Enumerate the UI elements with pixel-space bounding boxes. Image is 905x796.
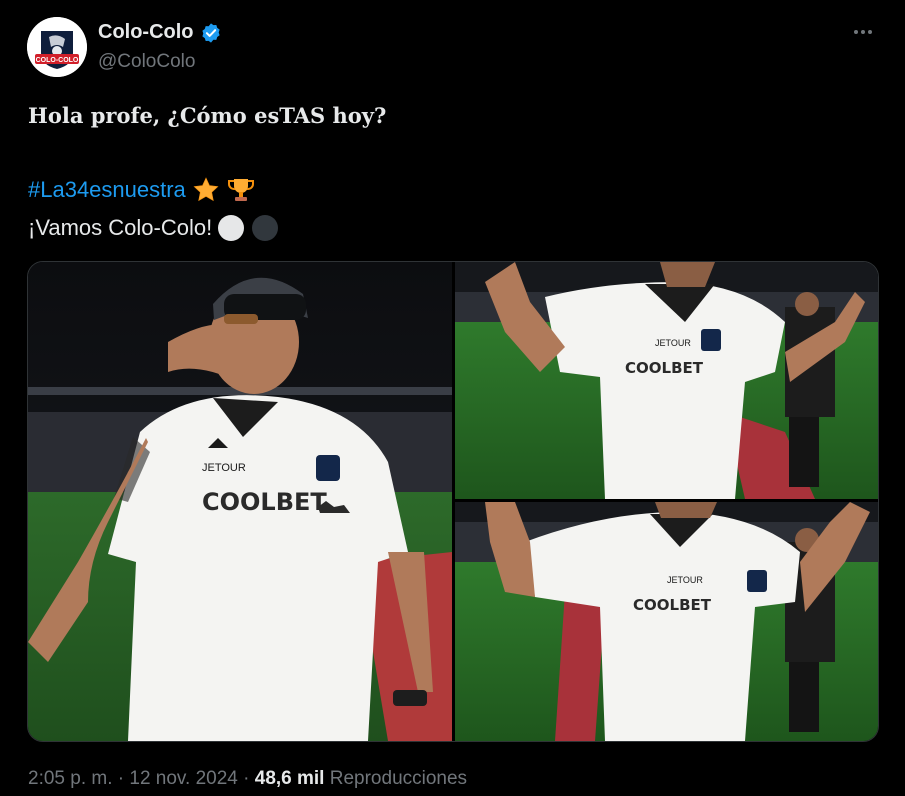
star-emoji [193,177,219,202]
tweet-text-line3-row: ¡Vamos Colo-Colo! [28,213,280,243]
more-options-icon-dot [861,30,865,34]
tweet-hashtag-row: #La34esnuestra [28,175,256,205]
jersey-brand-label: JETOUR [655,338,691,348]
more-options-icon [854,30,858,34]
author-avatar[interactable]: COLO-COLO [27,17,87,77]
tweet-photo-3[interactable]: JETOUR COOLBET [455,502,878,741]
more-options-icon-dot [868,30,872,34]
verified-badge-icon [201,22,220,43]
jersey-sponsor-label: COOLBET [625,359,704,377]
jersey-brand-label: JETOUR [667,575,703,585]
meta-separator: · [117,768,125,789]
photo-1-image: JETOUR COOLBET [28,262,452,741]
jersey-sponsor-label: COOLBET [633,596,712,614]
avatar-wordmark: COLO-COLO [36,57,79,64]
colo-colo-crest-icon: COLO-COLO [27,17,87,77]
black-circle-emoji [252,215,279,241]
trophy-emoji [227,179,254,201]
tweet-photo-2[interactable]: JETOUR COOLBET [455,262,878,499]
tweet-photo-1[interactable]: JETOUR COOLBET [28,262,452,741]
photo-3-image: JETOUR COOLBET [455,502,878,741]
tweet-media-grid: JETOUR COOLBET JETOUR COOLBET JETOUR COO… [27,261,879,742]
jersey-sponsor-label: COOLBET [202,488,327,516]
jersey-brand-label: JETOUR [202,462,246,474]
tweet-date[interactable]: 12 nov. 2024 [129,768,237,789]
tweet-meta: 2:05 p. m. · 12 nov. 2024 · 48,6 mil Rep… [28,768,467,790]
tweet-text-line3: ¡Vamos Colo-Colo! [28,215,213,240]
author-name[interactable]: Colo-Colo [98,21,194,44]
tweet-time[interactable]: 2:05 p. m. [28,768,113,789]
photo-2-image: JETOUR COOLBET [455,262,878,499]
hashtag-link[interactable]: #La34esnuestra [28,177,186,203]
author-handle[interactable]: @ColoColo [98,51,195,73]
author-name-row[interactable]: Colo-Colo [98,21,222,44]
white-circle-emoji [218,215,245,241]
more-options-button[interactable] [847,18,879,46]
meta-separator: · [243,768,250,789]
views-count[interactable]: 48,6 mil [255,768,325,789]
tweet-text-line1: Hola profe, ¿Cómo esTAS hoy? [28,103,387,128]
views-label: Reproducciones [329,768,468,789]
